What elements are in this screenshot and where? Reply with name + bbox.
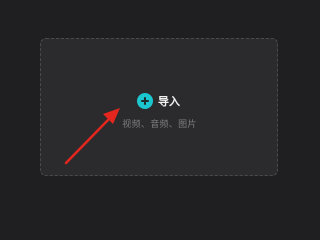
red-pointer-arrow-icon bbox=[64, 108, 120, 165]
